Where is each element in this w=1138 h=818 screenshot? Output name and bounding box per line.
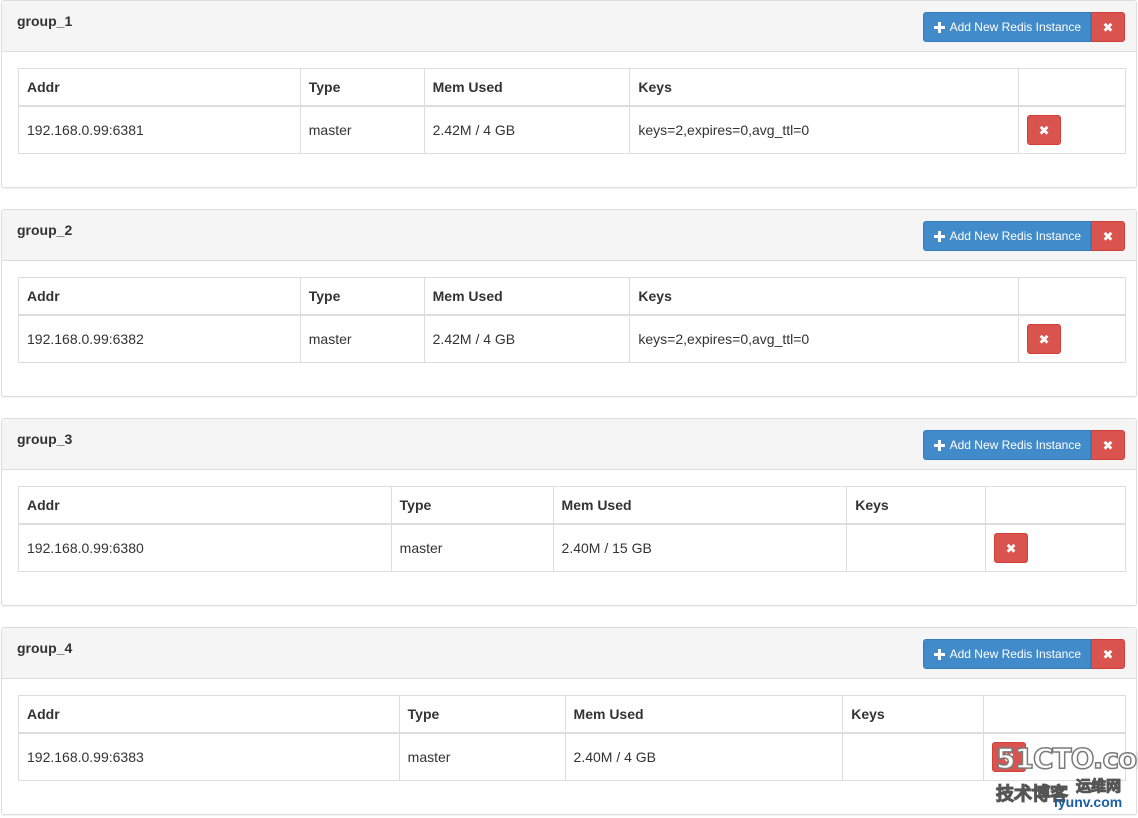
column-header-actions — [1018, 68, 1126, 107]
group-title: group_2 — [17, 222, 73, 238]
times-icon: ✖ — [1102, 19, 1114, 35]
group-title: group_4 — [17, 640, 73, 656]
plus-icon — [933, 21, 945, 33]
times-icon: ✖ — [1038, 122, 1050, 138]
column-header-keys: Keys — [846, 486, 987, 525]
add-redis-instance-label: Add New Redis Instance — [949, 438, 1081, 452]
group-title: group_1 — [17, 13, 73, 29]
times-icon: ✖ — [1102, 228, 1114, 244]
group-panel-heading: group_2 Add New Redis Instance ✖ — [2, 210, 1136, 261]
add-redis-instance-label: Add New Redis Instance — [949, 229, 1081, 243]
remove-group-button[interactable]: ✖ — [1091, 639, 1125, 669]
group-actions: Add New Redis Instance ✖ — [922, 430, 1125, 460]
cell-type: master — [299, 105, 425, 154]
cell-mem-used: 2.40M / 4 GB — [564, 732, 844, 781]
column-header-type: Type — [398, 695, 566, 734]
cell-addr: 192.168.0.99:6380 — [18, 523, 392, 572]
instance-table: Addr Type Mem Used Keys 192.168.0.99:638… — [18, 486, 1126, 572]
group-panel-heading: group_3 Add New Redis Instance ✖ — [2, 419, 1136, 470]
cell-type: master — [398, 732, 566, 781]
cell-addr: 192.168.0.99:6383 — [18, 732, 400, 781]
column-header-mem-used: Mem Used — [423, 277, 631, 316]
column-header-type: Type — [390, 486, 554, 525]
cell-addr: 192.168.0.99:6382 — [18, 314, 301, 363]
plus-icon — [933, 230, 945, 242]
add-redis-instance-button[interactable]: Add New Redis Instance — [922, 430, 1091, 460]
column-header-keys: Keys — [842, 695, 985, 734]
instance-table: Addr Type Mem Used Keys 192.168.0.99:638… — [18, 277, 1126, 363]
remove-instance-button[interactable]: ✖ — [1027, 324, 1062, 354]
cell-keys: keys=2,expires=0,avg_ttl=0 — [629, 314, 1020, 363]
cell-addr: 192.168.0.99:6381 — [18, 105, 301, 154]
table-header-row: Addr Type Mem Used Keys — [18, 486, 1126, 525]
table-header-row: Addr Type Mem Used Keys — [18, 695, 1126, 734]
table-row: 192.168.0.99:6380 master 2.40M / 15 GB ✖ — [18, 523, 1126, 572]
column-header-keys: Keys — [629, 68, 1020, 107]
group-panel-heading: group_4 Add New Redis Instance ✖ — [2, 628, 1136, 679]
times-icon: ✖ — [1102, 437, 1114, 453]
remove-instance-button[interactable]: ✖ — [1027, 115, 1062, 145]
group-title: group_3 — [17, 431, 73, 447]
add-redis-instance-label: Add New Redis Instance — [949, 647, 1081, 661]
column-header-type: Type — [299, 68, 425, 107]
plus-icon — [933, 648, 945, 660]
cell-keys — [846, 523, 987, 572]
group-actions: Add New Redis Instance ✖ — [922, 221, 1125, 251]
add-redis-instance-button[interactable]: Add New Redis Instance — [922, 639, 1091, 669]
group-panel: group_2 Add New Redis Instance ✖ Addr Ty… — [1, 209, 1137, 397]
cell-mem-used: 2.42M / 4 GB — [423, 105, 631, 154]
remove-group-button[interactable]: ✖ — [1091, 430, 1125, 460]
group-actions: Add New Redis Instance ✖ — [922, 12, 1125, 42]
column-header-mem-used: Mem Used — [552, 486, 848, 525]
add-redis-instance-button[interactable]: Add New Redis Instance — [922, 221, 1091, 251]
times-icon: ✖ — [1005, 540, 1017, 556]
times-icon: ✖ — [1102, 646, 1114, 662]
column-header-addr: Addr — [18, 277, 301, 316]
table-row: 192.168.0.99:6381 master 2.42M / 4 GB ke… — [18, 105, 1126, 154]
table-row: 192.168.0.99:6382 master 2.42M / 4 GB ke… — [18, 314, 1126, 363]
cell-type: master — [299, 314, 425, 363]
remove-instance-button[interactable]: ✖ — [994, 533, 1029, 563]
column-header-addr: Addr — [18, 695, 400, 734]
cell-type: master — [390, 523, 554, 572]
add-redis-instance-label: Add New Redis Instance — [949, 20, 1081, 34]
instance-table: Addr Type Mem Used Keys 192.168.0.99:638… — [18, 695, 1126, 781]
table-header-row: Addr Type Mem Used Keys — [18, 68, 1126, 107]
cell-mem-used: 2.40M / 15 GB — [552, 523, 848, 572]
add-redis-instance-button[interactable]: Add New Redis Instance — [922, 12, 1091, 42]
group-actions: Add New Redis Instance ✖ — [922, 639, 1125, 669]
remove-group-button[interactable]: ✖ — [1091, 12, 1125, 42]
column-header-keys: Keys — [629, 277, 1020, 316]
column-header-actions — [985, 486, 1126, 525]
plus-icon — [933, 439, 945, 451]
table-header-row: Addr Type Mem Used Keys — [18, 277, 1126, 316]
cell-actions: ✖ — [983, 732, 1126, 781]
column-header-mem-used: Mem Used — [564, 695, 844, 734]
column-header-actions — [1018, 277, 1126, 316]
group-panel: group_4 Add New Redis Instance ✖ Addr Ty… — [1, 627, 1137, 815]
remove-group-button[interactable]: ✖ — [1091, 221, 1125, 251]
cell-keys — [842, 732, 985, 781]
column-header-type: Type — [299, 277, 425, 316]
column-header-addr: Addr — [18, 486, 392, 525]
column-header-actions — [983, 695, 1126, 734]
column-header-mem-used: Mem Used — [423, 68, 631, 107]
cell-actions: ✖ — [985, 523, 1126, 572]
instance-table: Addr Type Mem Used Keys 192.168.0.99:638… — [18, 68, 1126, 154]
cell-actions: ✖ — [1018, 105, 1126, 154]
cell-keys: keys=2,expires=0,avg_ttl=0 — [629, 105, 1020, 154]
times-icon: ✖ — [1038, 331, 1050, 347]
column-header-addr: Addr — [18, 68, 301, 107]
table-row: 192.168.0.99:6383 master 2.40M / 4 GB ✖ — [18, 732, 1126, 781]
cell-actions: ✖ — [1018, 314, 1126, 363]
group-panel-heading: group_1 Add New Redis Instance ✖ — [2, 1, 1136, 52]
group-panel: group_1 Add New Redis Instance ✖ Addr Ty… — [1, 0, 1137, 188]
cell-mem-used: 2.42M / 4 GB — [423, 314, 631, 363]
group-panel: group_3 Add New Redis Instance ✖ Addr Ty… — [1, 418, 1137, 606]
remove-instance-button[interactable]: ✖ — [992, 742, 1027, 772]
times-icon: ✖ — [1003, 749, 1015, 765]
